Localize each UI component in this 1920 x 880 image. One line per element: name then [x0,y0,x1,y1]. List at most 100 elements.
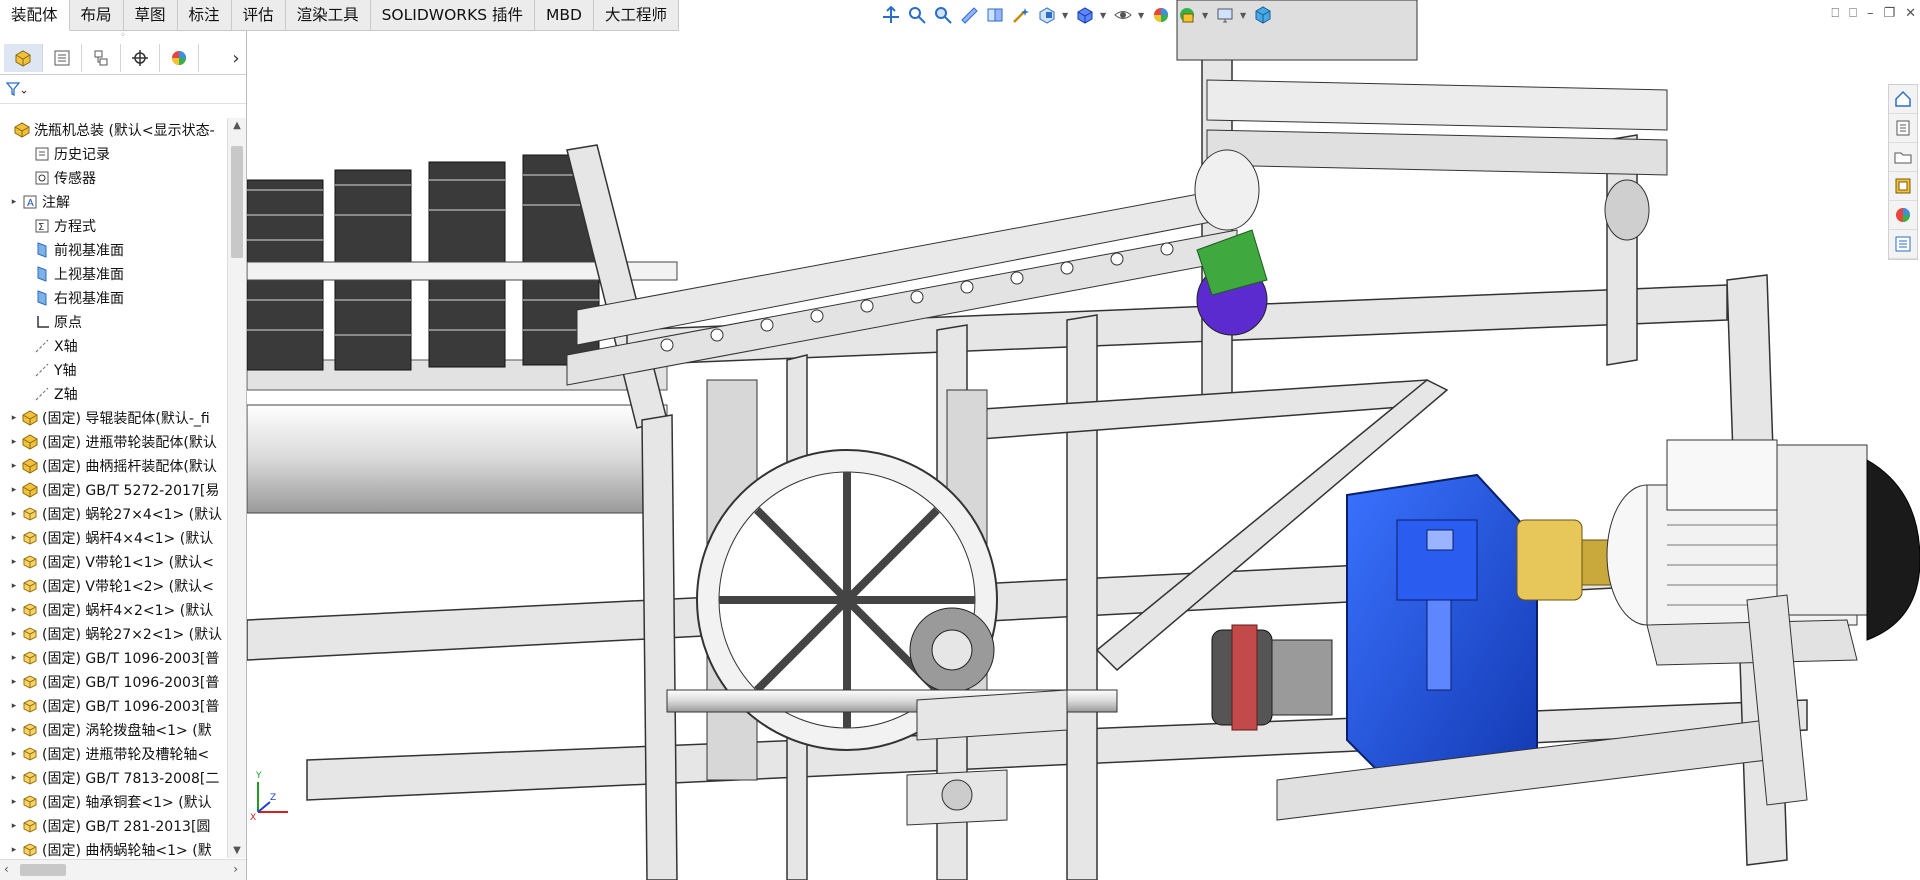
tab-evaluate[interactable]: 评估 [231,0,286,30]
tree-item-history[interactable]: 历史记录 [0,142,226,166]
tree-item-component[interactable]: ▸ (固定) V带轮1<1> (默认< [0,550,226,574]
previous-view-button[interactable] [932,4,954,26]
expand-icon[interactable]: ▸ [8,605,20,615]
expand-icon[interactable]: ▸ [8,677,20,687]
chevron-down-icon[interactable]: ▼ [1240,11,1248,20]
expand-icon[interactable]: ▸ [8,197,20,207]
zoom-to-area-button[interactable] [906,4,928,26]
tile-right-icon[interactable]: ⎕ [1849,6,1857,21]
edit-appearance-button[interactable] [1150,4,1172,26]
tree-item-y-axis[interactable]: Y轴 [0,358,226,382]
expand-icon[interactable]: ▸ [8,797,20,807]
cube-view-button[interactable] [1252,4,1274,26]
expand-icon[interactable]: ▸ [8,413,20,423]
tree-item-component[interactable]: ▸ (固定) 蜗轮27×2<1> (默认 [0,622,226,646]
expand-icon[interactable]: ▸ [8,749,20,759]
tab-mbd[interactable]: MBD [535,0,594,30]
expand-icon[interactable]: ▸ [8,557,20,567]
view-orientation-button[interactable] [1036,4,1058,26]
tree-item-origin[interactable]: 原点 [0,310,226,334]
tree-item-equations[interactable]: Σ 方程式 [0,214,226,238]
expand-icon[interactable]: ▸ [8,821,20,831]
zoom-to-fit-button[interactable] [880,4,902,26]
dimxpert-manager-tab[interactable] [121,44,160,72]
tree-item-sensors[interactable]: 传感器 [0,166,226,190]
minimize-icon[interactable]: – [1867,6,1874,21]
file-explorer-tab[interactable] [1889,143,1917,172]
expand-icon[interactable]: ▸ [8,845,20,855]
tree-item-component[interactable]: ▸ (固定) GB/T 1096-2003[普 [0,694,226,718]
restore-icon[interactable]: ❐ [1883,6,1895,21]
tree-item-component[interactable]: ▸ (固定) GB/T 7813-2008[二 [0,766,226,790]
expand-icon[interactable]: ▸ [8,725,20,735]
tree-filter[interactable] [0,75,246,104]
close-icon[interactable]: ✕ [1905,6,1916,21]
tree-root[interactable]: 洗瓶机总装 (默认<显示状态- [0,118,226,142]
tab-assembly[interactable]: 装配体 [0,0,70,31]
expand-icon[interactable]: ▸ [8,485,20,495]
tree-item-component[interactable]: ▸ (固定) 曲柄摇杆装配体(默认 [0,454,226,478]
hide-show-items-button[interactable] [1112,4,1134,26]
chevron-down-icon[interactable]: ▼ [1062,11,1070,20]
chevron-down-icon[interactable]: ▼ [1100,11,1108,20]
scroll-thumb[interactable] [231,146,243,258]
custom-properties-tab[interactable] [1889,230,1917,259]
chevron-left-icon[interactable]: ‹ [4,862,9,876]
tree-item-component[interactable]: ▸ (固定) GB/T 281-2013[圆 [0,814,226,838]
expand-icon[interactable]: ▸ [8,533,20,543]
tree-item-component[interactable]: ▸ (固定) 曲柄蜗轮轴<1> (默 [0,838,226,858]
tree-item-front-plane[interactable]: 前视基准面 [0,238,226,262]
tree-item-component[interactable]: ▸ (固定) GB/T 5272-2017[易 [0,478,226,502]
tab-render-tools[interactable]: 渲染工具 [285,0,371,30]
tree-item-component[interactable]: ▸ (固定) 蜗轮27×4<1> (默认 [0,502,226,526]
display-manager-tab[interactable] [160,44,199,72]
tree-item-component[interactable]: ▸ (固定) 蜗杆4×2<1> (默认 [0,598,226,622]
tab-layout[interactable]: 布局 [69,0,124,30]
tree-item-right-plane[interactable]: 右视基准面 [0,286,226,310]
apply-scene-button[interactable] [1176,4,1198,26]
expand-icon[interactable]: ▸ [8,461,20,471]
tree-item-component[interactable]: ▸ (固定) 进瓶带轮及槽轮轴< [0,742,226,766]
tree-item-component[interactable]: ▸ (固定) GB/T 1096-2003[普 [0,670,226,694]
design-library-tab[interactable] [1889,114,1917,143]
scroll-thumb[interactable] [20,864,66,876]
tree-vertical-scrollbar[interactable]: ▲ ▼ [227,118,246,858]
expand-icon[interactable]: ▸ [8,581,20,591]
tab-markup[interactable]: 标注 [177,0,232,30]
chevron-right-icon[interactable]: › [233,862,238,876]
tab-big-engineer[interactable]: 大工程师 [593,0,679,30]
tile-left-icon[interactable]: ⎕ [1831,6,1839,21]
chevron-down-icon[interactable]: ▼ [228,845,246,856]
expand-icon[interactable]: ▸ [8,773,20,783]
expand-icon[interactable]: ▸ [8,437,20,447]
tree-item-top-plane[interactable]: 上视基准面 [0,262,226,286]
tree-item-annotations[interactable]: ▸ A 注解 [0,190,226,214]
property-manager-tab[interactable] [43,44,82,72]
tab-solidworks-addins[interactable]: SOLIDWORKS 插件 [370,0,536,30]
feature-manager-tab[interactable] [4,44,43,72]
chevron-down-icon[interactable]: ▼ [1202,11,1210,20]
expand-icon[interactable]: ▸ [8,509,20,519]
chevron-right-icon[interactable]: › [226,48,246,69]
tree-horizontal-scrollbar[interactable]: ‹ › [0,859,246,880]
tab-sketch[interactable]: 草图 [123,0,178,30]
solidworks-resources-tab[interactable] [1889,85,1917,114]
expand-icon[interactable]: ▸ [8,653,20,663]
chevron-down-icon[interactable]: ▼ [1138,11,1146,20]
tree-item-component[interactable]: ▸ (固定) 蜗杆4×4<1> (默认 [0,526,226,550]
chevron-up-icon[interactable]: ▲ [228,120,246,131]
tree-item-component[interactable]: ▸ (固定) 涡轮拨盘轴<1> (默 [0,718,226,742]
tree-item-x-axis[interactable]: X轴 [0,334,226,358]
view-settings-button[interactable] [1010,4,1032,26]
tree-item-component[interactable]: ▸ (固定) V带轮1<2> (默认< [0,574,226,598]
section-view-button[interactable] [958,4,980,26]
expand-icon[interactable]: ▸ [8,701,20,711]
graphics-area[interactable] [247,0,1920,880]
tree-item-component[interactable]: ▸ (固定) GB/T 1096-2003[普 [0,646,226,670]
tree-item-component[interactable]: ▸ (固定) 进瓶带轮装配体(默认 [0,430,226,454]
dynamic-annotation-button[interactable] [984,4,1006,26]
tree-item-component[interactable]: ▸ (固定) 轴承铜套<1> (默认 [0,790,226,814]
view-palette-tab[interactable] [1889,172,1917,201]
tree-item-component[interactable]: ▸ (固定) 导辊装配体(默认-_fi [0,406,226,430]
tree-item-z-axis[interactable]: Z轴 [0,382,226,406]
